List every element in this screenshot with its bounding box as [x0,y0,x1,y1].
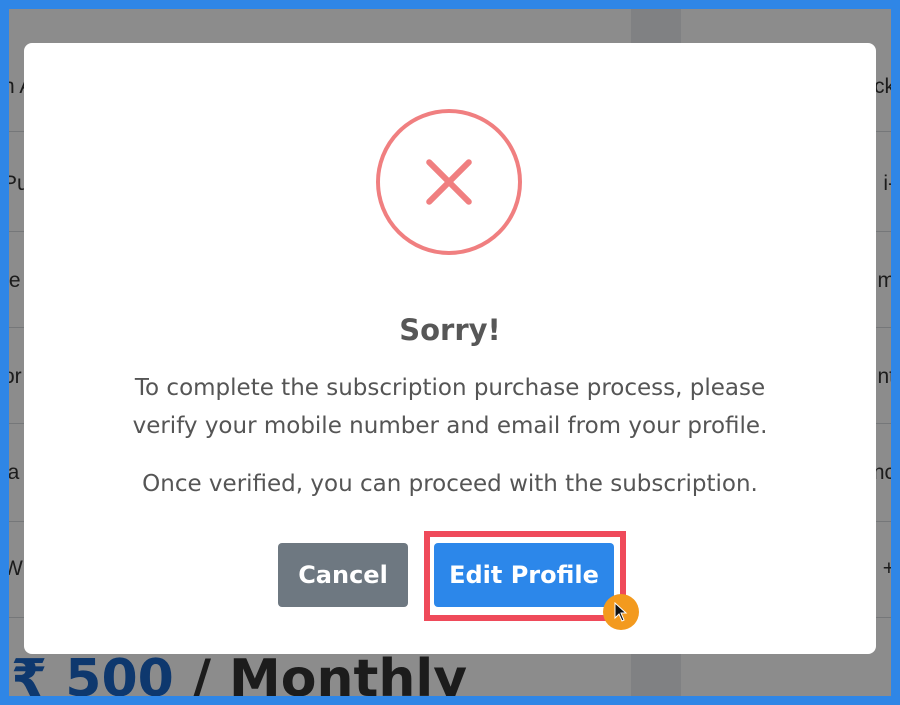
dialog-title: Sorry! [399,313,501,347]
app-screen: n A Pu te or ia W ck i- m nt nc + ₹ 500 … [9,9,891,696]
error-x-icon [376,109,522,255]
error-dialog: Sorry! To complete the subscription purc… [24,43,876,654]
dialog-note: Once verified, you can proceed with the … [142,471,758,497]
cursor-icon [603,594,639,630]
cancel-button[interactable]: Cancel [278,543,408,607]
edit-profile-button[interactable]: Edit Profile [434,543,614,607]
dialog-message: To complete the subscription purchase pr… [132,375,768,439]
